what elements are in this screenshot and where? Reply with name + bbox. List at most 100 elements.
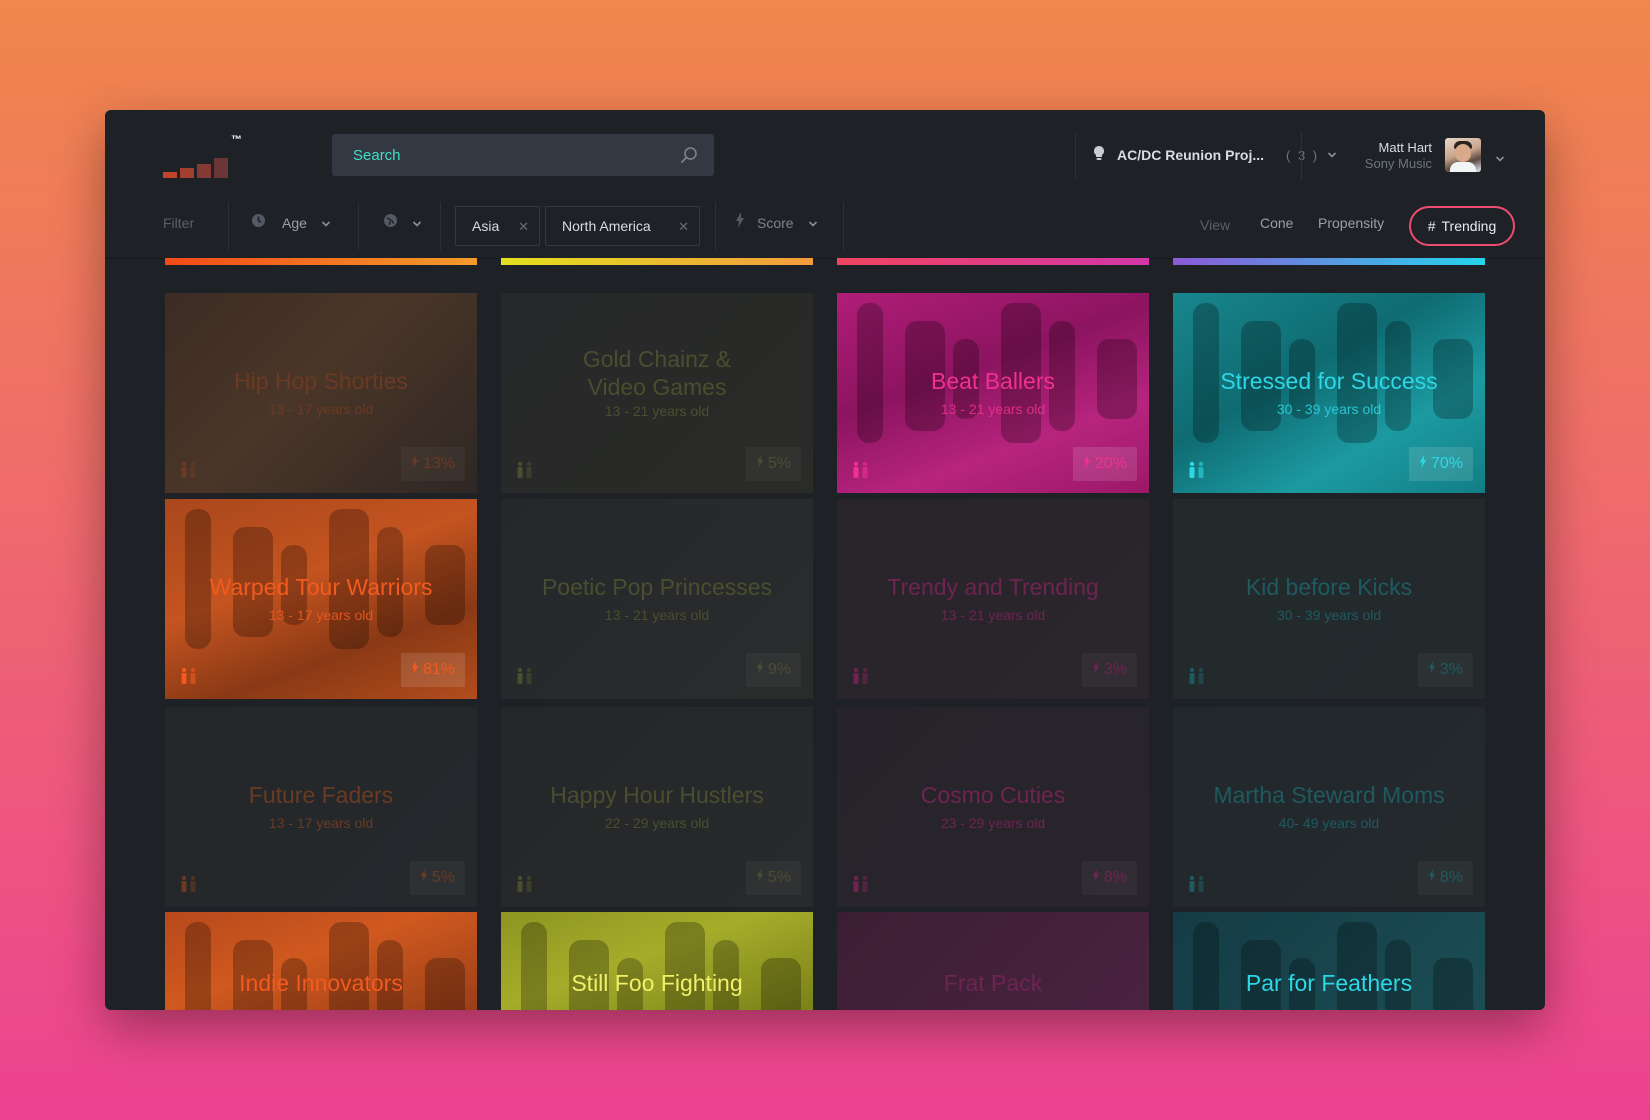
gender-split-icon: [517, 667, 532, 684]
trending-score-badge: 5%: [409, 861, 465, 895]
avatar[interactable]: [1445, 138, 1481, 172]
bolt-icon: [1428, 661, 1436, 679]
segment-card[interactable]: Hip Hop Shorties 13 - 17 years old 13%: [165, 293, 477, 493]
logo-bar: [163, 172, 177, 178]
bolt-icon: [1092, 869, 1100, 887]
trending-score-value: 5%: [767, 869, 791, 886]
close-icon[interactable]: ✕: [518, 219, 529, 235]
segment-card[interactable]: Gold Chainz & Video Games 13 - 21 years o…: [501, 293, 813, 493]
column-bar-cyan: [1173, 258, 1485, 265]
gender-split-icon: [517, 875, 532, 892]
brand-logo[interactable]: ™: [163, 134, 243, 178]
segment-age-range: 13 - 17 years old: [268, 607, 374, 623]
segment-card[interactable]: Stressed for Success 30 - 39 years old 70%: [1173, 293, 1485, 493]
segment-card[interactable]: Indie Innovators: [165, 912, 477, 1010]
search-icon[interactable]: [680, 146, 698, 169]
segment-card[interactable]: Trendy and Trending 13 - 21 years old 3%: [837, 499, 1149, 699]
trending-label: Trending: [1441, 218, 1497, 234]
segment-title: Future Faders: [248, 782, 394, 808]
segment-card[interactable]: Frat Pack: [837, 912, 1149, 1010]
trending-score-value: 5%: [767, 455, 791, 472]
score-filter-label: Score: [757, 215, 794, 231]
segment-title: Martha Steward Moms: [1213, 782, 1445, 808]
age-filter-label: Age: [282, 215, 307, 231]
segment-title: Happy Hour Hustlers: [550, 782, 764, 808]
segment-card[interactable]: Future Faders 13 - 17 years old 5%: [165, 707, 477, 907]
column-bar-magenta: [837, 258, 1149, 265]
segment-age-range: 13 - 21 years old: [940, 401, 1046, 417]
gender-split-icon: [181, 461, 196, 478]
search-input[interactable]: [332, 134, 714, 176]
globe-icon: [383, 198, 398, 248]
view-option-propensity[interactable]: Propensity: [1318, 198, 1384, 248]
segment-title: Poetic Pop Princesses: [541, 574, 773, 600]
segment-title: Gold Chainz & Video Games: [582, 346, 732, 400]
region-chip-asia[interactable]: Asia ✕: [455, 206, 540, 246]
divider: [1075, 132, 1076, 180]
chevron-down-icon[interactable]: [412, 198, 422, 248]
chevron-down-icon[interactable]: [1495, 150, 1505, 168]
segment-age-range: 13 - 17 years old: [268, 401, 374, 417]
gender-split-icon: [517, 461, 532, 478]
segment-card[interactable]: Warped Tour Warriors 13 - 17 years old 81%: [165, 499, 477, 699]
segment-title: Stressed for Success: [1220, 368, 1438, 394]
logo-bar: [214, 158, 228, 178]
segment-title: Cosmo Cuties: [920, 782, 1066, 808]
gender-split-icon: [181, 875, 196, 892]
chevron-down-icon[interactable]: [808, 198, 818, 248]
trending-score-badge: 3%: [1417, 653, 1473, 687]
hashtag-icon: #: [1427, 218, 1436, 234]
project-name: AC/DC Reunion Proj...: [1117, 147, 1264, 163]
divider: [715, 202, 716, 250]
column-bar-orange: [165, 258, 477, 265]
chevron-down-icon[interactable]: [321, 198, 331, 248]
trending-score-value: 9%: [767, 661, 791, 678]
region-filter[interactable]: [383, 198, 422, 248]
trending-score-value: 5%: [431, 869, 455, 886]
segment-age-range: 40- 49 years old: [1278, 815, 1380, 831]
close-icon[interactable]: ✕: [678, 219, 689, 235]
top-bar: ™ AC/DC Reunion Proj... ( 3 ) Matt Hart …: [105, 110, 1545, 198]
view-option-cone[interactable]: Cone: [1260, 198, 1293, 248]
score-filter[interactable]: Score: [735, 198, 818, 248]
trending-score-value: 20%: [1094, 455, 1127, 472]
chip-label: Asia: [472, 218, 500, 234]
trending-score-badge: 8%: [1081, 861, 1137, 895]
gender-split-icon: [1189, 875, 1204, 892]
search-box[interactable]: [332, 134, 714, 176]
logo-bar: [197, 164, 211, 178]
trending-score-value: 8%: [1439, 869, 1463, 886]
gender-split-icon: [853, 667, 868, 684]
segment-card[interactable]: Still Foo Fighting: [501, 912, 813, 1010]
segment-card[interactable]: Poetic Pop Princesses 13 - 21 years old 9%: [501, 499, 813, 699]
bolt-icon: [1092, 661, 1100, 679]
region-chip-north-america[interactable]: North America ✕: [545, 206, 700, 246]
chip-label: North America: [562, 218, 651, 234]
bolt-icon: [1419, 455, 1427, 473]
gender-split-icon: [181, 667, 196, 684]
gender-split-icon: [1189, 667, 1204, 684]
bolt-icon: [411, 661, 419, 679]
trending-score-badge: 13%: [400, 447, 465, 481]
trending-score-badge: 8%: [1417, 861, 1473, 895]
gender-split-icon: [853, 461, 868, 478]
segment-card[interactable]: Par for Feathers: [1173, 912, 1485, 1010]
trademark-mark: ™: [231, 134, 242, 146]
bolt-icon: [411, 455, 419, 473]
segment-age-range: 13 - 21 years old: [604, 607, 710, 623]
bolt-icon: [756, 661, 764, 679]
filter-label: Filter: [163, 215, 195, 231]
divider: [358, 202, 359, 250]
trending-score-badge: 3%: [1081, 653, 1137, 687]
segment-card[interactable]: Martha Steward Moms 40- 49 years old 8%: [1173, 707, 1485, 907]
segment-card[interactable]: Happy Hour Hustlers 22 - 29 years old 5%: [501, 707, 813, 907]
segment-card[interactable]: Kid before Kicks 30 - 39 years old 3%: [1173, 499, 1485, 699]
gender-split-icon: [853, 875, 868, 892]
user-menu[interactable]: Matt Hart Sony Music: [1315, 138, 1525, 174]
age-filter[interactable]: Age: [251, 198, 331, 248]
segment-card[interactable]: Cosmo Cuties 23 - 29 years old 8%: [837, 707, 1149, 907]
view-option-trending[interactable]: # Trending: [1409, 206, 1515, 246]
segment-card[interactable]: Beat Ballers 13 - 21 years old 20%: [837, 293, 1149, 493]
segment-age-range: 23 - 29 years old: [940, 815, 1046, 831]
bolt-icon: [1083, 455, 1091, 473]
